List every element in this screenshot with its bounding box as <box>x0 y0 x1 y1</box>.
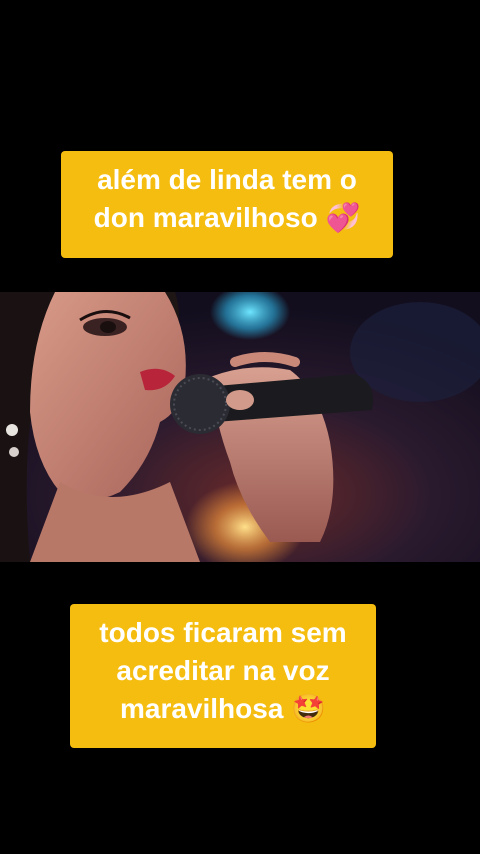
caption-bottom-line-1: todos ficaram sem <box>99 617 347 648</box>
caption-top-line-1: além de linda tem o <box>97 164 357 195</box>
caption-bottom-line-3: maravilhosa 🤩 <box>119 693 327 724</box>
video-frame-singer <box>0 292 480 562</box>
caption-bottom-line-2: acreditar na voz <box>116 655 330 686</box>
caption-bottom: todos ficaram sem acreditar na voz marav… <box>70 604 376 748</box>
caption-top: além de linda tem o don maravilhoso 💞 <box>61 151 393 258</box>
caption-top-line-2: don maravilhoso 💞 <box>93 202 361 233</box>
